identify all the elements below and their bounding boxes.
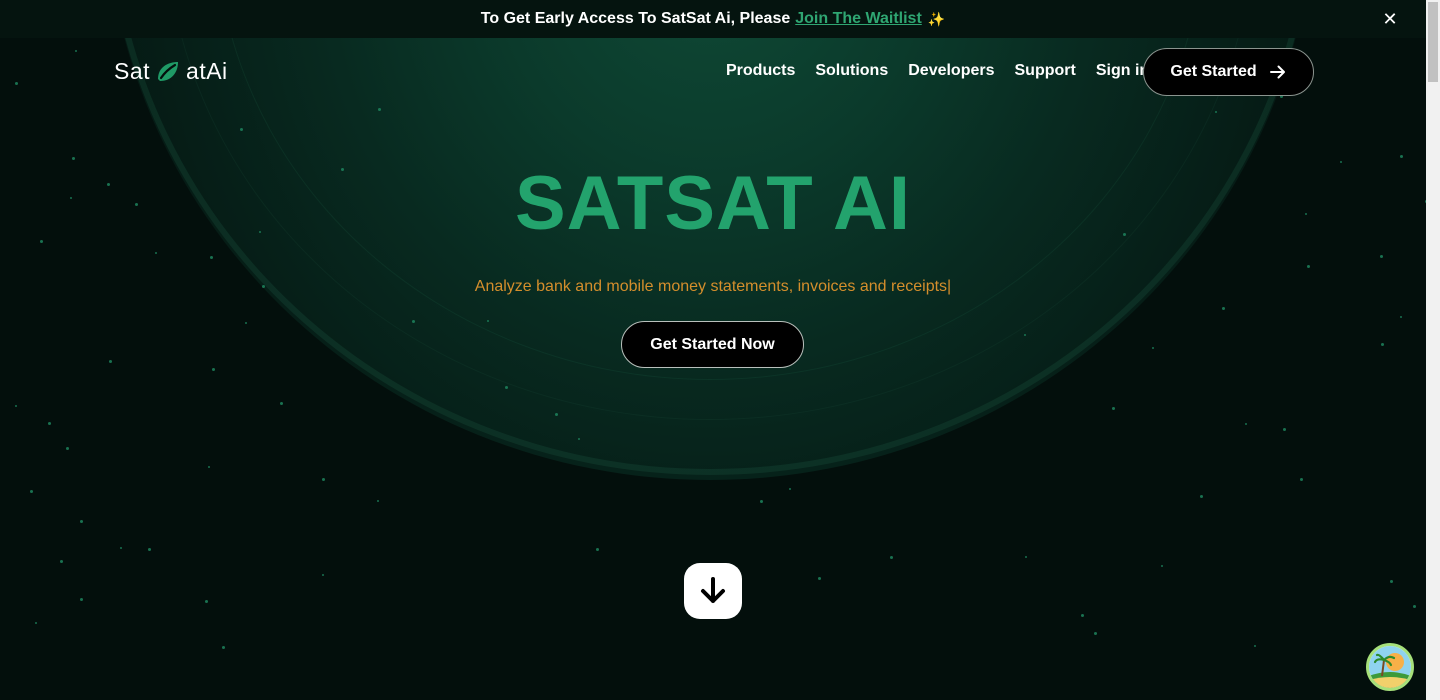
star-dot: [35, 622, 37, 624]
star-dot: [1400, 155, 1403, 158]
star-dot: [222, 646, 225, 649]
nav-item-developers[interactable]: Developers: [908, 62, 994, 80]
star-dot: [412, 320, 415, 323]
nav-item-support[interactable]: Support: [1015, 62, 1076, 80]
get-started-now-button[interactable]: Get Started Now: [621, 321, 804, 368]
star-dot: [1283, 428, 1286, 431]
avatar-island-icon: [1369, 646, 1411, 688]
star-dot: [596, 548, 599, 551]
star-dot: [505, 386, 508, 389]
star-dot: [155, 252, 157, 254]
star-dot: [1413, 605, 1416, 608]
star-dot: [1200, 495, 1203, 498]
star-dot: [818, 577, 821, 580]
star-dot: [1381, 343, 1384, 346]
star-dot: [109, 360, 112, 363]
star-dot: [1300, 478, 1303, 481]
star-dot: [760, 500, 763, 503]
close-icon[interactable]: ✕: [1380, 9, 1400, 29]
star-dot: [205, 600, 208, 603]
top-nav: Sat atAi Products Solutions Developers S…: [0, 38, 1426, 106]
star-dot: [1222, 307, 1225, 310]
star-dot: [1024, 334, 1026, 336]
star-dot: [80, 520, 83, 523]
nav-item-sign-in[interactable]: Sign in: [1096, 62, 1149, 80]
star-dot: [15, 405, 17, 407]
star-dot: [487, 320, 489, 322]
star-dot: [280, 402, 283, 405]
chat-avatar-button[interactable]: [1366, 643, 1414, 691]
scroll-down-button[interactable]: [684, 563, 742, 619]
banner-text: To Get Early Access To SatSat Ai, Please: [480, 10, 791, 27]
star-dot: [1112, 407, 1115, 410]
logo-text-left: Sat: [114, 58, 151, 84]
star-dot: [789, 488, 791, 490]
hero-subtitle: Analyze bank and mobile money statements…: [474, 278, 952, 295]
star-dot: [120, 547, 122, 549]
hero-title: SATSAT AI: [514, 161, 911, 246]
logo[interactable]: Sat atAi: [114, 58, 228, 85]
star-dot: [378, 108, 381, 111]
sparkle-icon: ✨: [927, 10, 946, 27]
scrollbar-thumb[interactable]: [1428, 2, 1438, 82]
star-dot: [80, 598, 83, 601]
star-dot: [578, 438, 580, 440]
star-dot: [1380, 255, 1383, 258]
star-dot: [60, 560, 63, 563]
waitlist-banner: To Get Early Access To SatSat Ai, Please…: [0, 0, 1426, 38]
star-dot: [1245, 423, 1247, 425]
star-dot: [1025, 556, 1027, 558]
star-dot: [1152, 347, 1154, 349]
star-dot: [30, 490, 33, 493]
star-dot: [377, 500, 379, 502]
arrow-right-icon: [1269, 65, 1285, 79]
star-dot: [66, 447, 69, 450]
star-dot: [1081, 614, 1084, 617]
star-dot: [1400, 316, 1402, 318]
star-dot: [1161, 565, 1163, 567]
page-scrollbar[interactable]: [1426, 0, 1440, 700]
star-dot: [210, 256, 213, 259]
star-dot: [240, 128, 243, 131]
star-dot: [1307, 265, 1310, 268]
star-dot: [1254, 645, 1256, 647]
star-dot: [1215, 111, 1217, 113]
star-dot: [148, 548, 151, 551]
nav-item-solutions[interactable]: Solutions: [815, 62, 888, 80]
star-dot: [322, 478, 325, 481]
get-started-button[interactable]: Get Started: [1143, 48, 1314, 96]
star-dot: [208, 466, 210, 468]
star-dot: [245, 322, 247, 324]
star-dot: [322, 574, 324, 576]
leaf-icon: [158, 61, 179, 81]
join-waitlist-link[interactable]: Join The Waitlist: [795, 10, 922, 28]
star-dot: [890, 556, 893, 559]
star-dot: [1094, 632, 1097, 635]
star-dot: [212, 368, 215, 371]
arrow-down-icon: [701, 577, 725, 603]
logo-text-right: atAi: [186, 58, 228, 84]
nav-item-products[interactable]: Products: [726, 62, 795, 80]
star-dot: [1390, 580, 1393, 583]
page: To Get Early Access To SatSat Ai, Please…: [0, 0, 1440, 700]
nav-menu: Products Solutions Developers Support Si…: [726, 62, 1149, 80]
star-dot: [48, 422, 51, 425]
get-started-label: Get Started: [1170, 63, 1257, 80]
star-dot: [555, 413, 558, 416]
